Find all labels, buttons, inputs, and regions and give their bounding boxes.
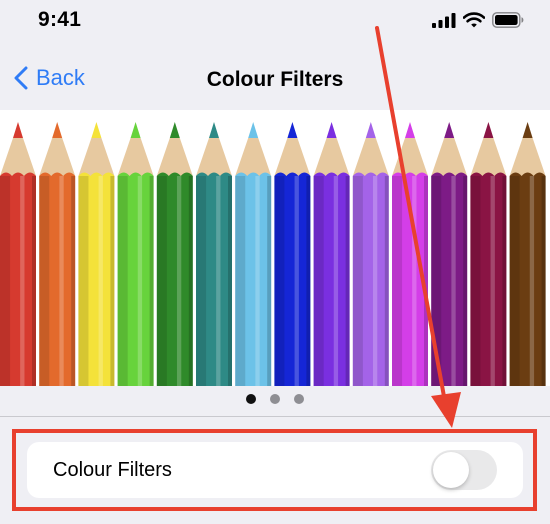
- pencil: [392, 122, 428, 386]
- page-indicator[interactable]: [0, 394, 550, 404]
- pencil: [156, 122, 193, 386]
- page-title: Colour Filters: [206, 68, 344, 91]
- page-dot[interactable]: [294, 394, 304, 404]
- battery-icon: [492, 12, 524, 28]
- pencil: [39, 122, 76, 386]
- pencil: [352, 122, 389, 386]
- pencil: [117, 122, 154, 386]
- wifi-icon: [463, 12, 485, 28]
- pencil: [196, 122, 232, 386]
- pencil: [313, 122, 350, 386]
- pencil: [470, 122, 507, 386]
- colour-preview-carousel[interactable]: [0, 110, 550, 386]
- pencil: [274, 122, 311, 386]
- colored-pencils-image: [0, 122, 546, 386]
- pencil: [509, 122, 546, 386]
- status-bar: 9:41: [0, 0, 550, 44]
- pencil: [431, 122, 468, 386]
- navigation-bar: Back Colour Filters: [0, 52, 550, 108]
- status-icons: [432, 12, 524, 28]
- status-time: 9:41: [38, 8, 82, 31]
- pencil: [0, 122, 36, 386]
- separator: [0, 416, 550, 417]
- pencil: [78, 122, 115, 386]
- annotation-highlight-box: [12, 429, 537, 511]
- page-dot[interactable]: [246, 394, 256, 404]
- pencil: [235, 122, 272, 386]
- cellular-signal-icon: [432, 13, 456, 28]
- page-dot[interactable]: [270, 394, 280, 404]
